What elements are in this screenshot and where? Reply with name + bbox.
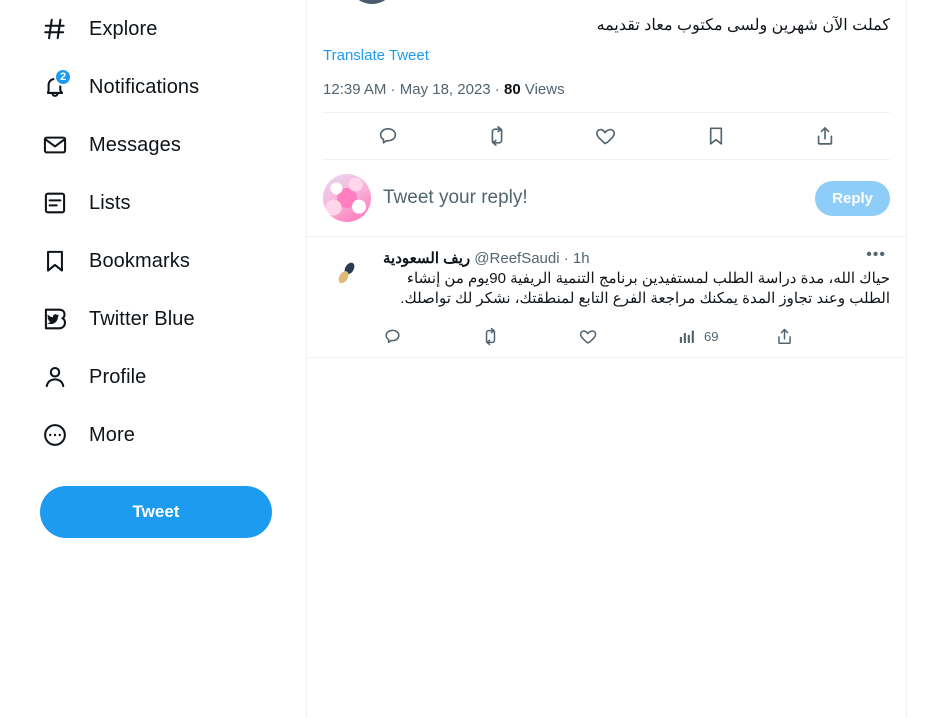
avatar[interactable]: [323, 174, 371, 222]
list-icon: [40, 188, 70, 218]
reply-input[interactable]: Tweet your reply!: [383, 187, 803, 209]
sidebar-item-lists[interactable]: Lists: [40, 174, 147, 232]
reply-handle[interactable]: @ReefSaudi: [474, 250, 559, 267]
views-count: 69: [704, 328, 719, 344]
reply-display-name[interactable]: ريف السعودية: [383, 250, 470, 267]
twitter-app: Explore 2 Notifications Messages Lists B…: [0, 0, 928, 718]
sidebar-item-bookmarks[interactable]: Bookmarks: [40, 232, 206, 290]
reply-header: ريف السعودية @ReefSaudi · 1h •••: [383, 247, 890, 268]
bell-icon: 2: [40, 68, 73, 102]
right-gutter: [907, 0, 928, 718]
views-count: 80: [503, 81, 521, 98]
bookmark-icon[interactable]: [705, 125, 727, 147]
like-icon[interactable]: [579, 327, 677, 346]
retweet-icon[interactable]: [486, 125, 508, 147]
tweet-meta: 12:39 AM · May 18, 2023 · 80 Views: [323, 81, 890, 98]
reply-text: حياك الله، مدة دراسة الطلب لمستفيدين برن…: [400, 270, 890, 307]
reply-action-bar: 69: [383, 319, 823, 353]
reply-icon[interactable]: [377, 125, 399, 147]
sidebar-item-messages[interactable]: Messages: [40, 116, 197, 174]
translate-tweet-link[interactable]: Translate Tweet: [323, 47, 890, 64]
sidebar-item-label: Bookmarks: [89, 249, 190, 272]
main-column: كملت الآن شهرين ولسى مكتوب معاد تقديمه T…: [306, 0, 907, 718]
reply-button[interactable]: Reply: [815, 180, 890, 216]
reply-timestamp[interactable]: 1h: [573, 250, 590, 267]
more-options-icon[interactable]: •••: [862, 247, 890, 263]
views-label: Views: [524, 81, 565, 98]
twitter-blue-icon: [40, 304, 70, 334]
share-icon[interactable]: [814, 125, 836, 147]
envelope-icon: [40, 130, 70, 160]
hashtag-icon: [40, 14, 70, 44]
person-icon: [40, 362, 70, 392]
meta-separator-2: ·: [490, 81, 504, 98]
sidebar-item-explore[interactable]: Explore: [40, 0, 174, 58]
focused-tweet: كملت الآن شهرين ولسى مكتوب معاد تقديمه T…: [307, 0, 906, 160]
reply-composer[interactable]: Tweet your reply! Reply: [307, 160, 906, 237]
notifications-badge: 2: [54, 68, 73, 86]
sidebar-item-label: Lists: [89, 191, 131, 214]
sidebar-item-label: Profile: [89, 365, 147, 388]
retweet-icon[interactable]: [481, 327, 579, 346]
avatar[interactable]: [323, 249, 371, 297]
more-circle-icon: [40, 420, 70, 450]
reply-body: ريف السعودية @ReefSaudi · 1h ••• حياك ال…: [383, 247, 890, 353]
reply-author: ريف السعودية @ReefSaudi · 1h: [383, 249, 590, 267]
tweet-action-bar: [323, 112, 890, 160]
primary-sidebar: Explore 2 Notifications Messages Lists B…: [0, 0, 306, 718]
tweet-button[interactable]: Tweet: [40, 486, 272, 538]
sidebar-item-profile[interactable]: Profile: [40, 348, 162, 406]
sidebar-item-notifications[interactable]: 2 Notifications: [40, 58, 215, 116]
reply-icon[interactable]: [383, 327, 481, 346]
sidebar-item-more[interactable]: More: [40, 406, 151, 464]
reply-tweet[interactable]: ريف السعودية @ReefSaudi · 1h ••• حياك ال…: [307, 237, 906, 358]
sidebar-item-label: Messages: [89, 133, 181, 156]
like-icon[interactable]: [595, 125, 617, 147]
reply-separator: ·: [559, 250, 573, 267]
sidebar-item-twitter-blue[interactable]: Twitter Blue: [40, 290, 211, 348]
sidebar-item-label: Explore: [89, 17, 158, 40]
sidebar-item-label: Twitter Blue: [89, 307, 195, 330]
meta-separator-1: ·: [386, 81, 400, 98]
tweet-time: 12:39 AM: [323, 81, 387, 98]
sidebar-item-label: Notifications: [89, 75, 200, 98]
views-icon[interactable]: 69: [677, 327, 775, 346]
bookmark-icon: [40, 246, 70, 276]
empty-timeline-space: [307, 358, 906, 718]
sidebar-item-label: More: [89, 423, 135, 446]
share-icon[interactable]: [775, 327, 802, 346]
tweet-text: كملت الآن شهرين ولسى مكتوب معاد تقديمه: [596, 17, 890, 34]
tweet-date: May 18, 2023: [399, 81, 491, 98]
